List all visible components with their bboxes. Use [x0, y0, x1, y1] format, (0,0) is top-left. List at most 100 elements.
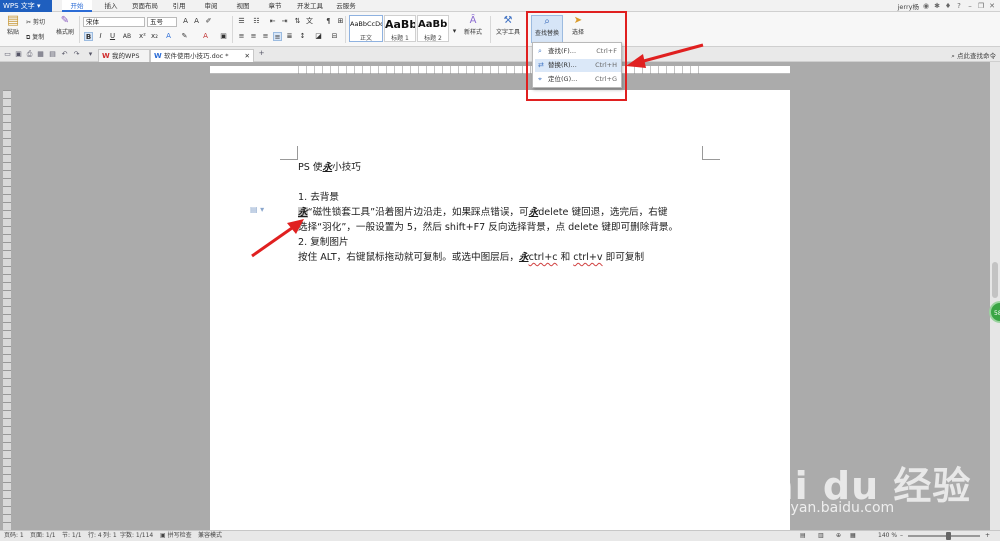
align-left-icon[interactable]: ≡: [237, 32, 246, 41]
sort-icon[interactable]: ⇅: [293, 17, 302, 26]
zoom-out-icon[interactable]: –: [900, 531, 903, 541]
status-row[interactable]: 行: 4: [88, 531, 102, 541]
highlight-button[interactable]: ✎: [180, 32, 189, 41]
save-icon[interactable]: ▣: [14, 50, 23, 59]
zoom-slider[interactable]: [908, 535, 980, 537]
command-search[interactable]: ⌕ 点此查找命令: [951, 50, 996, 61]
doc-section2-heading[interactable]: 2. 复制图片: [298, 236, 349, 250]
new-style-button[interactable]: Ȃ 新样式: [460, 15, 486, 36]
align-right-icon[interactable]: ≡: [261, 32, 270, 41]
superscript-button[interactable]: x²: [138, 32, 147, 41]
status-pages[interactable]: 页面: 1/1: [30, 531, 56, 541]
shrink-font-button[interactable]: A: [192, 17, 201, 26]
status-spell[interactable]: ▣ 拼写检查: [160, 531, 192, 541]
doc-line2[interactable]: 选择“羽化”，一般设置为 5，然后 shift+F7 反向选择背景，点 dele…: [298, 221, 678, 235]
status-col[interactable]: 列: 1: [103, 531, 117, 541]
borders-icon[interactable]: ⊞: [336, 17, 345, 26]
view-outline-icon[interactable]: ▥: [818, 531, 824, 541]
align-center-icon[interactable]: ≡: [249, 32, 258, 41]
border-icon[interactable]: ⊟: [330, 32, 339, 41]
vertical-scrollbar[interactable]: [990, 62, 1000, 530]
doc-line1[interactable]: 永“磁性锁套工具”沿着图片边沿走，如果踩点错误，可永delete 键回退，选完后…: [298, 206, 667, 220]
tab-view[interactable]: 视图: [230, 0, 256, 12]
zoom-slider-knob[interactable]: [946, 532, 951, 540]
font-name-select[interactable]: 宋体: [83, 17, 145, 27]
styles-more-icon[interactable]: ▾: [450, 20, 459, 42]
style-normal[interactable]: AaBbCcDd 正文: [349, 15, 383, 42]
subscript-button[interactable]: x₂: [150, 32, 159, 41]
zoom-level[interactable]: 140 %: [878, 531, 897, 541]
status-words[interactable]: 字数: 1/114: [120, 531, 153, 541]
restore-icon[interactable]: ❐: [977, 2, 985, 10]
tab-page-layout[interactable]: 页面布局: [128, 0, 162, 12]
tab-insert[interactable]: 插入: [98, 0, 124, 12]
paste-button[interactable]: ▤ 粘贴: [4, 14, 22, 36]
tab-references[interactable]: 引用: [166, 0, 192, 12]
vertical-ruler[interactable]: [3, 90, 11, 530]
clear-format-icon[interactable]: ✐: [204, 17, 213, 26]
new-tab-icon[interactable]: +: [257, 49, 266, 58]
view-web-icon[interactable]: ⊕: [836, 531, 841, 541]
export-icon[interactable]: ▤: [48, 50, 57, 59]
char-shading-icon[interactable]: ▣: [219, 32, 228, 41]
font-size-select[interactable]: 五号: [147, 17, 177, 27]
undo-icon[interactable]: ↶: [60, 50, 69, 59]
style-heading1[interactable]: AaBb 标题 1: [384, 15, 416, 42]
chinese-layout-icon[interactable]: 文: [305, 17, 314, 26]
text-tools-button[interactable]: ⚒ 文字工具: [493, 15, 523, 36]
redo-icon[interactable]: ↷: [72, 50, 81, 59]
text-color-button[interactable]: A: [201, 32, 210, 41]
zoom-in-icon[interactable]: +: [985, 531, 990, 541]
grow-font-button[interactable]: A: [181, 17, 190, 26]
view-read-icon[interactable]: ▦: [850, 531, 856, 541]
doc-section1-heading[interactable]: 1. 去背景: [298, 191, 339, 205]
decrease-indent-icon[interactable]: ⇤: [268, 17, 277, 26]
italic-button[interactable]: I: [96, 32, 105, 41]
increase-indent-icon[interactable]: ⇥: [280, 17, 289, 26]
preview-icon[interactable]: ▦: [36, 50, 45, 59]
justify-icon[interactable]: ≡: [273, 32, 282, 41]
minimize-icon[interactable]: –: [966, 2, 974, 10]
horizontal-ruler[interactable]: [210, 66, 790, 74]
doc-title[interactable]: PS 使永小技巧: [298, 161, 361, 175]
shading-icon[interactable]: ◪: [314, 32, 323, 41]
tab-start[interactable]: 开始: [62, 0, 92, 12]
status-section[interactable]: 节: 1/1: [62, 531, 82, 541]
font-color-button[interactable]: A: [164, 32, 173, 41]
open-icon[interactable]: ▭: [3, 50, 12, 59]
doc-line3[interactable]: 按住 ALT，右键鼠标拖动就可复制。或选中图层后，永ctrl+c 和 ctrl+…: [298, 251, 644, 265]
tab-cloud[interactable]: 云服务: [331, 0, 361, 12]
qa-more-icon[interactable]: ▾: [86, 50, 95, 59]
status-page-no[interactable]: 页码: 1: [4, 531, 24, 541]
user-name[interactable]: jerry杨: [898, 1, 919, 11]
tab-developer[interactable]: 开发工具: [293, 0, 327, 12]
paragraph-mark-icon[interactable]: ▤ ▾: [250, 205, 264, 214]
settings-icon[interactable]: ✱: [933, 2, 941, 10]
view-page-icon[interactable]: ▤: [800, 531, 806, 541]
print-icon[interactable]: ⎙: [25, 50, 34, 59]
style-heading2[interactable]: AaBb( 标题 2: [417, 15, 449, 42]
distribute-icon[interactable]: ≣: [285, 32, 294, 41]
strikethrough-button[interactable]: AB: [121, 32, 133, 41]
help-icon[interactable]: ?: [955, 2, 963, 10]
cut-button[interactable]: ✂ 剪切: [26, 17, 45, 26]
numbered-list-icon[interactable]: ☷: [252, 17, 261, 26]
line-spacing-icon[interactable]: ↕: [298, 32, 307, 41]
skin-icon[interactable]: ♦: [944, 2, 952, 10]
tab-review[interactable]: 审阅: [198, 0, 224, 12]
underline-button[interactable]: U: [108, 32, 117, 41]
close-tab-icon[interactable]: ✕: [245, 50, 250, 62]
bullet-list-icon[interactable]: ☰: [237, 17, 246, 26]
close-icon[interactable]: ✕: [988, 2, 996, 10]
tab-document[interactable]: W 软件使用小技巧.doc * ✕: [150, 49, 254, 62]
show-marks-icon[interactable]: ¶: [324, 17, 333, 26]
document-page[interactable]: PS 使永小技巧 1. 去背景 ▤ ▾ 永“磁性锁套工具”沿着图片边沿走，如果踩…: [210, 90, 790, 530]
format-painter-button[interactable]: ✎ 格式刷: [54, 15, 76, 36]
scroll-thumb[interactable]: [992, 262, 998, 298]
avatar-icon[interactable]: ◉: [922, 2, 930, 10]
copy-button[interactable]: ⧉ 复制: [26, 32, 44, 42]
tab-chapter[interactable]: 章节: [262, 0, 288, 12]
tab-my-wps[interactable]: W 我的WPS: [98, 49, 150, 62]
bold-button[interactable]: B: [84, 32, 93, 41]
app-menu-button[interactable]: WPS 文字 ▾: [0, 0, 52, 12]
